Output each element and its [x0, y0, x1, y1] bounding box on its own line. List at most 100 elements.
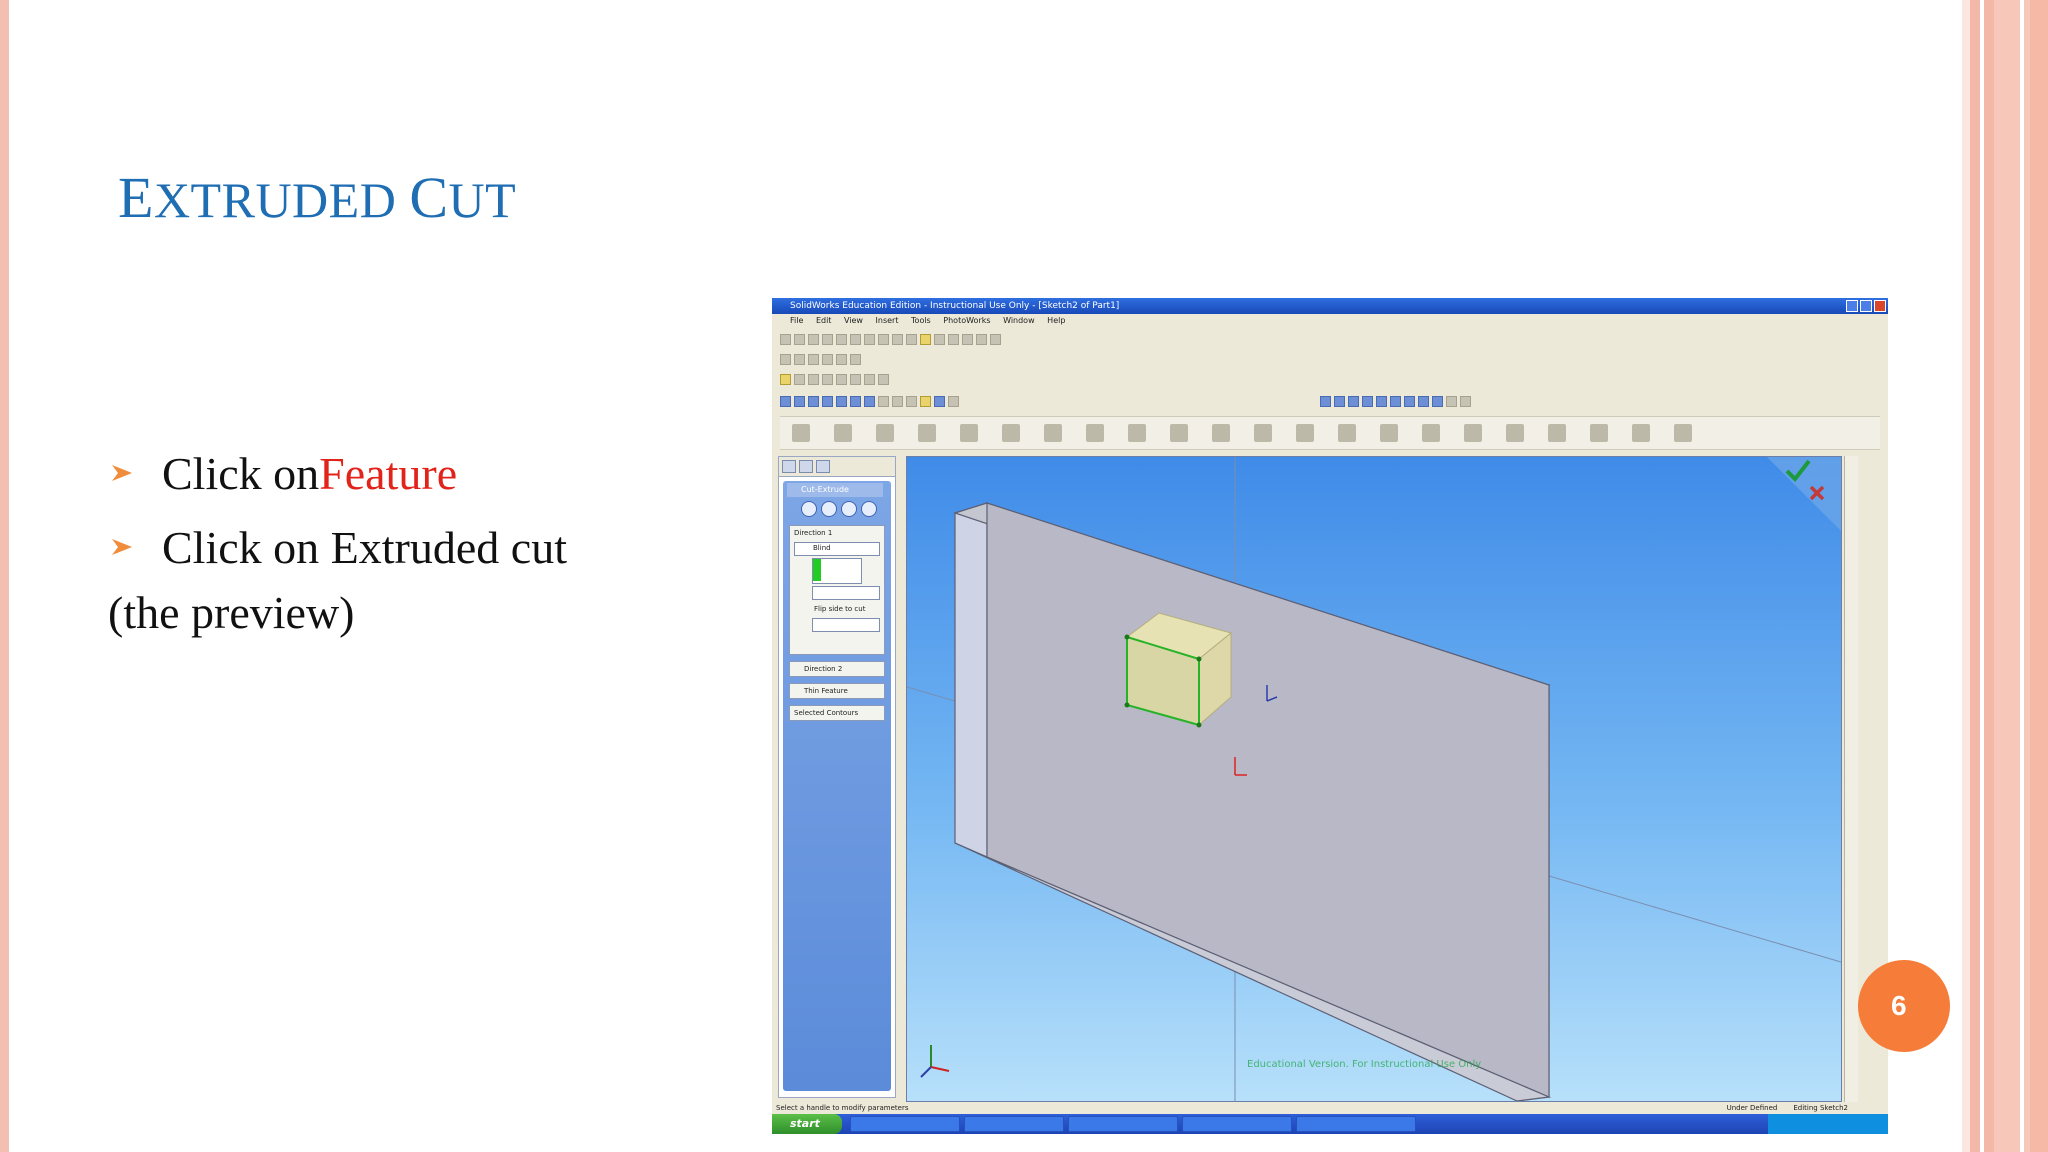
command-icon [918, 424, 936, 442]
status-field: Editing Sketch2 [1793, 1104, 1848, 1112]
toolbar-icon [878, 373, 889, 385]
command-icon [1548, 424, 1566, 442]
toolbar-icon [780, 395, 791, 407]
toolbar-icon [1348, 395, 1359, 407]
sw-view-toolbar [780, 392, 959, 410]
toolbar-icon [1320, 395, 1331, 407]
toolbar-icon [1432, 395, 1443, 407]
toolbar-icon [794, 353, 805, 365]
pm-thin-feature: Thin Feature [789, 683, 885, 699]
toolbar-icon [780, 333, 791, 345]
toolbar-icon [836, 353, 847, 365]
close-icon [1874, 300, 1886, 312]
bullet-arrow-icon [112, 539, 132, 555]
command-icon [1212, 424, 1230, 442]
toolbar-icon [962, 333, 973, 345]
toolbar-icon [1362, 395, 1373, 407]
taskbar-item [964, 1116, 1064, 1132]
toolbar-icon [920, 333, 931, 345]
pm-section-label: Thin Feature [804, 687, 848, 695]
sketch-handle [1124, 702, 1130, 708]
solidworks-screenshot: SolidWorks Education Edition - Instructi… [772, 298, 1888, 1134]
slide-right-border [1962, 0, 1970, 1152]
bullet-note: (the preview) [108, 587, 355, 638]
toolbar-icon [864, 395, 875, 407]
fm-tabs [779, 457, 895, 477]
watermark: Educational Version. For Instructional U… [1247, 1059, 1481, 1070]
menu-item: File [790, 316, 804, 325]
command-icon [1002, 424, 1020, 442]
windows-taskbar: start [772, 1114, 1888, 1134]
menu-item: Edit [815, 316, 832, 325]
preview-icon [841, 501, 857, 517]
toolbar-icon [794, 395, 805, 407]
command-icon [792, 424, 810, 442]
pm-section-label: Direction 2 [804, 665, 843, 673]
task-pane-strip [1862, 456, 1884, 956]
toolbar-icon [934, 395, 945, 407]
command-icon [1632, 424, 1650, 442]
end-condition-field: Blind [794, 542, 880, 556]
sketch-handle [1124, 634, 1130, 640]
sw-menu-bar: File Edit View Insert Tools PhotoWorks W… [772, 314, 1888, 328]
toolbar-icon [1418, 395, 1429, 407]
command-icon [1464, 424, 1482, 442]
toolbar-icon [864, 373, 875, 385]
sw-toolbar [780, 330, 1001, 348]
command-icon [1254, 424, 1272, 442]
slide-right-border [2030, 0, 2048, 1152]
menu-item: Window [1003, 316, 1035, 325]
slide-left-border [0, 0, 9, 1152]
toolbar-icon [794, 373, 805, 385]
slide-right-border [2020, 0, 2024, 1152]
bullet-text: Click on [162, 447, 320, 499]
toolbar-icon [822, 395, 833, 407]
command-icon [1674, 424, 1692, 442]
toolbar-icon [878, 395, 889, 407]
help-icon [861, 501, 877, 517]
status-field: Under Defined [1726, 1104, 1778, 1112]
fm-tab [816, 460, 830, 473]
toolbar-icon [822, 373, 833, 385]
menu-item: Tools [911, 316, 931, 325]
command-icon [1086, 424, 1104, 442]
toolbar-icon [836, 333, 847, 345]
sw-graphics-area: Educational Version. For Instructional U… [906, 456, 1842, 1102]
plate-left-face [954, 502, 988, 858]
pm-direction1: Direction 1 Blind Flip side to cut [789, 525, 885, 655]
bullet-item: Click on Feature [108, 436, 748, 510]
command-icon [1296, 424, 1314, 442]
fm-tab [799, 460, 813, 473]
toolbar-icon [976, 333, 987, 345]
minimize-icon [1846, 300, 1858, 312]
toolbar-icon [1390, 395, 1401, 407]
fm-tab [782, 460, 796, 473]
toolbar-icon [850, 395, 861, 407]
command-icon [876, 424, 894, 442]
toolbar-icon [948, 333, 959, 345]
bullet-item: Click on Extruded cut [108, 510, 748, 584]
toolbar-icon [906, 395, 917, 407]
toolbar-icon [850, 373, 861, 385]
slide: EXTRUDED CUT Click on Feature Click on E… [0, 0, 2048, 1152]
depth-field [812, 586, 880, 600]
flip-side-option: Flip side to cut [814, 605, 866, 613]
toolbar-icon [850, 333, 861, 345]
title-smallcaps: UT [448, 172, 517, 228]
sw-window-controls [1846, 300, 1886, 312]
command-icon [1128, 424, 1146, 442]
pm-buttons [801, 501, 877, 517]
toolbar-icon [990, 333, 1001, 345]
pm-section-label: Direction 1 [794, 529, 833, 537]
cancel-icon [821, 501, 837, 517]
toolbar-icon [878, 333, 889, 345]
toolbar-icon [920, 395, 931, 407]
sw-feature-manager: Cut-Extrude Direction 1 Blind Flip side … [778, 456, 896, 1098]
sketch-handle [1196, 656, 1202, 662]
toolbar-icon [808, 373, 819, 385]
sw-toolbar [780, 350, 861, 368]
ok-icon [801, 501, 817, 517]
sw-title-bar: SolidWorks Education Edition - Instructi… [772, 298, 1888, 314]
command-icon [1338, 424, 1356, 442]
taskbar-item [850, 1116, 960, 1132]
